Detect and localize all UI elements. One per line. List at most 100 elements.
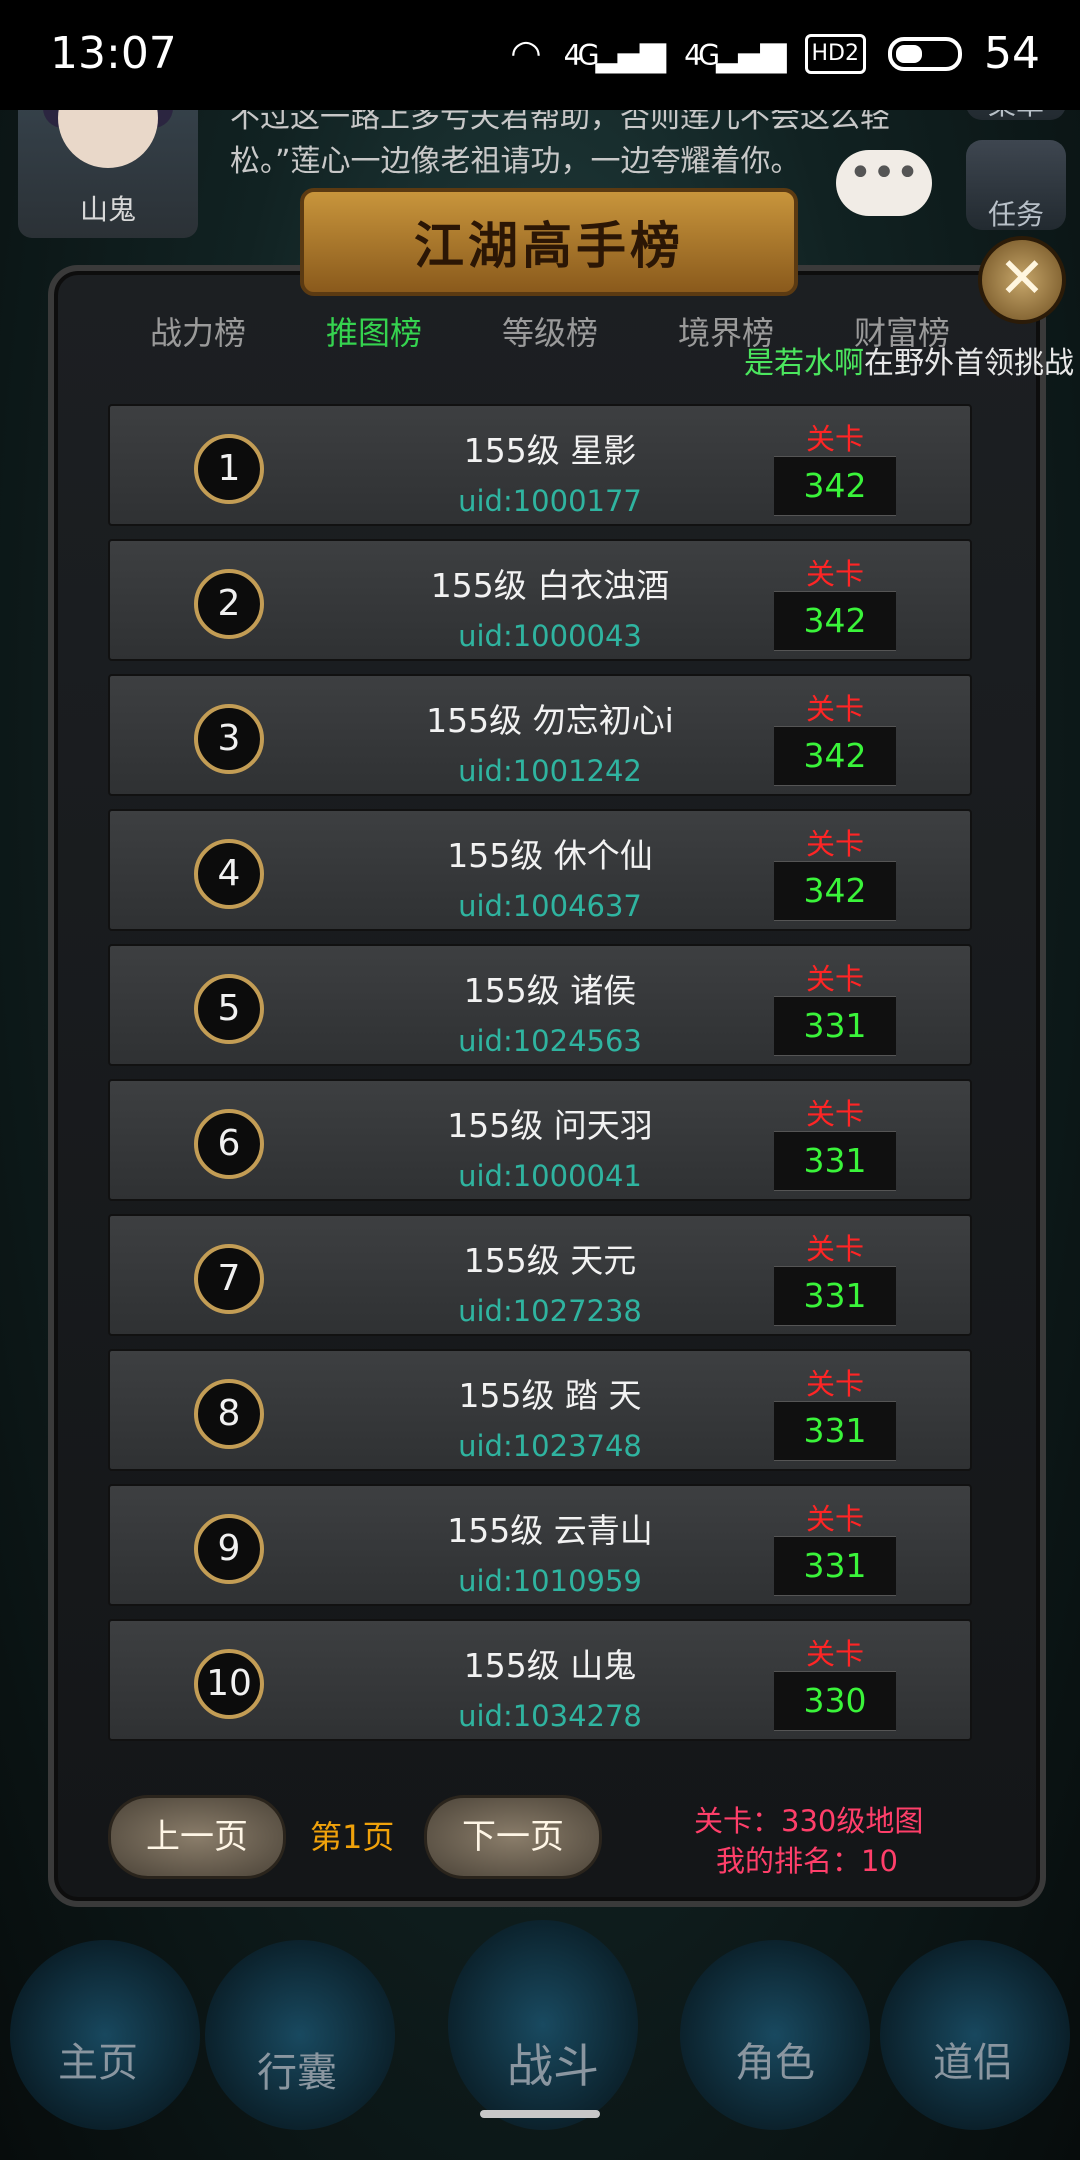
nav-home-label[interactable]: 主页 (3, 2030, 193, 2088)
player-uid: uid:1034278 (458, 1699, 642, 1733)
stage-value: 330 (803, 1681, 867, 1720)
player-uid: uid:1010959 (458, 1564, 642, 1598)
stage-value: 331 (803, 1006, 867, 1045)
nav-partner-label[interactable]: 道侣 (878, 2030, 1068, 2088)
stage-box: 342 (774, 456, 896, 516)
player-name: 155级 踏 天 (458, 1376, 642, 1415)
signal-icon-2: 4G▂▄▆ (684, 33, 786, 74)
player-uid: uid:1023748 (458, 1429, 642, 1463)
stage-label: 关卡 (805, 1502, 864, 1536)
stage-label: 关卡 (805, 1637, 864, 1671)
stage-box: 331 (774, 1401, 896, 1461)
player-uid: uid:1000177 (458, 484, 642, 518)
player-uid: uid:1000043 (458, 619, 642, 653)
stage-box: 342 (774, 726, 896, 786)
nav-bag-label[interactable]: 行囊 (202, 2040, 392, 2098)
hd-voice-icon: HD2 (804, 33, 866, 74)
status-time: 13:07 (50, 28, 177, 79)
system-home-indicator[interactable] (480, 2110, 600, 2118)
tab-level[interactable]: 等级榜 (502, 308, 598, 358)
close-button[interactable]: ✕ (978, 236, 1066, 324)
stage-value: 331 (803, 1546, 867, 1585)
player-uid: uid:1027238 (458, 1294, 642, 1328)
tab-progress[interactable]: 推图榜 (326, 308, 422, 358)
ranking-row[interactable]: 4 155级 休个仙 uid:1004637 关卡 342 (108, 809, 972, 931)
ranking-row[interactable]: 5 155级 诸侯 uid:1024563 关卡 331 (108, 944, 972, 1066)
task-button[interactable]: 任务 (966, 140, 1066, 231)
player-name: 155级 云青山 (447, 1511, 653, 1550)
ranking-row[interactable]: 6 155级 问天羽 uid:1000041 关卡 331 (108, 1079, 972, 1201)
player-name: 155级 休个仙 (447, 836, 653, 875)
player-uid: uid:1000041 (458, 1159, 642, 1193)
nav-battle-icon[interactable] (448, 1920, 638, 2130)
stage-value: 342 (803, 466, 867, 505)
page-indicator: 第1页 (310, 1818, 395, 1856)
tab-power[interactable]: 战力榜 (150, 308, 246, 358)
nav-battle-label[interactable]: 战斗 (458, 2030, 648, 2096)
my-stage-info: 关卡：330级地图 (694, 1804, 924, 1838)
my-rank-info: 我的排名：10 (716, 1844, 898, 1878)
rank-badge: 6 (194, 1109, 264, 1179)
ranking-row[interactable]: 3 155级 勿忘初心i uid:1001242 关卡 342 (108, 674, 972, 796)
player-uid: uid:1001242 (458, 754, 642, 788)
rank-badge: 9 (194, 1514, 264, 1584)
nav-bag-icon[interactable] (205, 1940, 395, 2130)
rank-badge: 7 (194, 1244, 264, 1314)
rank-badge: 8 (194, 1379, 264, 1449)
status-icons: ◠ 4G▂▄▆ 4G▂▄▆ HD2 54 (510, 28, 1040, 79)
stage-box: 342 (774, 861, 896, 921)
stage-value: 342 (803, 601, 867, 640)
prev-page-button[interactable]: 上一页 (108, 1795, 286, 1879)
status-bar: 13:07 ◠ 4G▂▄▆ 4G▂▄▆ HD2 54 (0, 0, 1080, 110)
stage-label: 关卡 (805, 422, 864, 456)
stage-label: 关卡 (805, 557, 864, 591)
announcement-marquee: 是若水啊在野外首领挑战 (744, 338, 1074, 382)
leaderboard-title-plaque: 江湖高手榜 (300, 188, 798, 296)
player-name: 155级 星影 (463, 431, 637, 470)
stage-label: 关卡 (805, 827, 864, 861)
stage-box: 331 (774, 1131, 896, 1191)
ranking-row[interactable]: 7 155级 天元 uid:1027238 关卡 331 (108, 1214, 972, 1336)
marquee-text: 在野外首领挑战 (864, 346, 1074, 381)
player-uid: uid:1024563 (458, 1024, 642, 1058)
ranking-list: 1 155级 星影 uid:1000177 关卡 342 2 155级 白衣浊酒… (108, 404, 972, 1754)
signal-icon: 4G▂▄▆ (563, 33, 666, 74)
ranking-row[interactable]: 10 155级 山鬼 uid:1034278 关卡 330 (108, 1619, 972, 1741)
stage-box: 331 (774, 1536, 896, 1596)
ranking-row[interactable]: 1 155级 星影 uid:1000177 关卡 342 (108, 404, 972, 526)
battery-icon (888, 36, 962, 71)
rank-badge: 10 (194, 1649, 264, 1719)
player-name: 155级 天元 (463, 1241, 637, 1280)
player-name: 155级 白衣浊酒 (430, 566, 670, 605)
stage-value: 331 (803, 1141, 867, 1180)
ranking-row[interactable]: 8 155级 踏 天 uid:1023748 关卡 331 (108, 1349, 972, 1471)
nav-character-label[interactable]: 角色 (680, 2030, 870, 2088)
player-name: 155级 诸侯 (463, 971, 637, 1010)
player-name: 155级 问天羽 (447, 1106, 653, 1145)
ranking-row[interactable]: 9 155级 云青山 uid:1010959 关卡 331 (108, 1484, 972, 1606)
stage-label: 关卡 (805, 1367, 864, 1401)
stage-value: 331 (803, 1411, 867, 1450)
stage-label: 关卡 (805, 1097, 864, 1131)
stage-label: 关卡 (805, 1232, 864, 1266)
ranking-row[interactable]: 2 155级 白衣浊酒 uid:1000043 关卡 342 (108, 539, 972, 661)
leaderboard-title: 江湖高手榜 (414, 217, 684, 275)
player-uid: uid:1004637 (458, 889, 642, 923)
stage-value: 342 (803, 871, 867, 910)
stage-value: 342 (803, 736, 867, 775)
avatar-name: 山鬼 (79, 193, 136, 226)
stage-label: 关卡 (805, 692, 864, 726)
battery-percent: 54 (984, 28, 1040, 79)
marquee-player-name: 是若水啊 (744, 346, 864, 381)
rank-badge: 3 (194, 704, 264, 774)
rank-badge: 5 (194, 974, 264, 1044)
rank-badge: 1 (194, 434, 264, 504)
stage-value: 331 (803, 1276, 867, 1315)
stage-box: 331 (774, 1266, 896, 1326)
stage-box: 330 (774, 1671, 896, 1731)
chat-bubble-icon[interactable]: ••• (836, 150, 932, 216)
next-page-button[interactable]: 下一页 (424, 1795, 602, 1879)
player-name: 155级 山鬼 (463, 1646, 637, 1685)
rank-badge: 2 (194, 569, 264, 639)
stage-box: 331 (774, 996, 896, 1056)
